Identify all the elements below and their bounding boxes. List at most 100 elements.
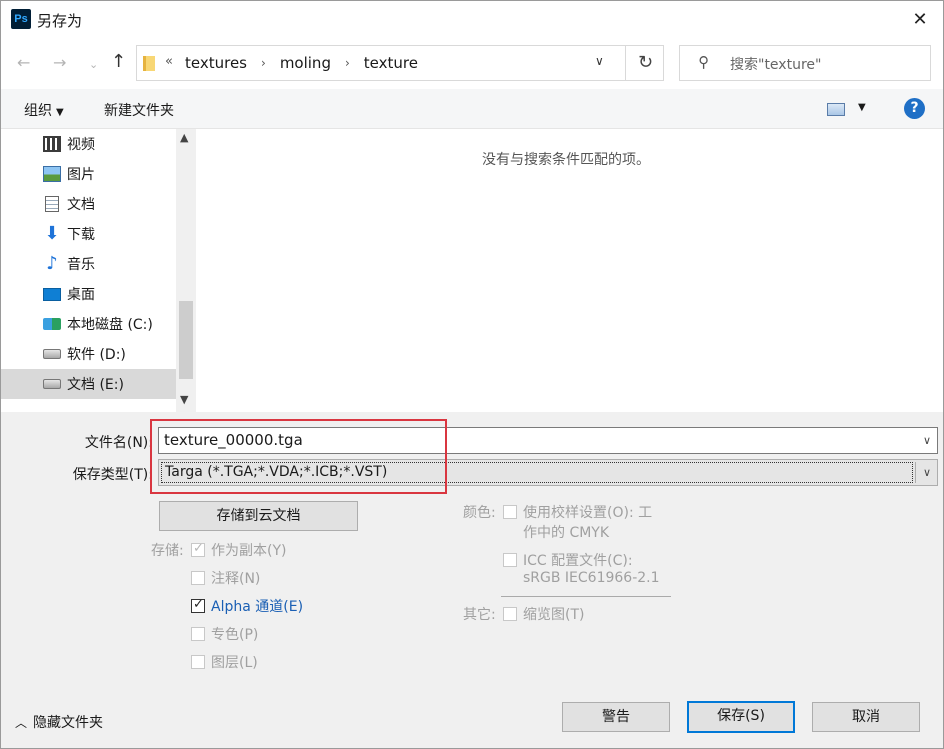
cancel-button[interactable]: 取消 <box>812 702 920 732</box>
up-arrow-icon[interactable]: ↑ <box>111 51 126 72</box>
save-button[interactable]: 保存(S) <box>687 701 795 733</box>
sidebar-item-label: 视频 <box>67 137 95 153</box>
breadcrumb: textures › moling › texture <box>185 54 418 72</box>
thumbnail-label: 缩览图(T) <box>523 607 585 623</box>
alpha-channel-option: Alpha 通道(E) <box>191 596 303 616</box>
proof-setup-checkbox[interactable] <box>503 505 517 519</box>
drive-icon <box>43 349 61 359</box>
breadcrumb-texture[interactable]: texture <box>364 54 418 72</box>
proof-setup-option: 使用校样设置(O): 工 <box>503 502 652 522</box>
sidebar-item-label: 本地磁盘 (C:) <box>67 317 153 333</box>
sidebar-item-downloads[interactable]: ⬇ 下载 <box>1 219 176 249</box>
chevron-up-icon[interactable]: ▲ <box>180 131 188 144</box>
file-list-area[interactable]: 没有与搜索条件匹配的项。 <box>196 129 943 412</box>
sidebar-item-documents[interactable]: 文档 <box>1 189 176 219</box>
sidebar-item-label: 下载 <box>67 227 95 243</box>
search-input[interactable]: 搜索"texture" <box>730 54 821 74</box>
icc-profile-checkbox[interactable] <box>503 553 517 567</box>
color-options-label: 颜色: <box>463 505 496 521</box>
chevron-down-icon[interactable]: ▼ <box>180 393 188 406</box>
caret-down-icon: ▼ <box>56 107 64 118</box>
sidebar-item-desktop[interactable]: 桌面 <box>1 279 176 309</box>
documents-icon <box>45 196 59 212</box>
proof-setup-label: 使用校样设置(O): 工 <box>523 505 653 521</box>
thumbnail-checkbox[interactable] <box>503 607 517 621</box>
folder-icon <box>143 56 155 71</box>
sidebar-item-drive-c[interactable]: 本地磁盘 (C:) <box>1 309 176 339</box>
divider <box>915 462 916 483</box>
hide-folders-toggle[interactable]: ︿ 隐藏文件夹 <box>15 712 103 732</box>
drive-icon <box>43 379 61 389</box>
hide-folders-label: 隐藏文件夹 <box>33 715 104 731</box>
forward-arrow-icon[interactable]: → <box>53 53 66 72</box>
title-bar: Ps 另存为 ✕ <box>1 1 943 39</box>
recent-locations-chevron-icon[interactable]: ⌄ <box>89 58 98 71</box>
sidebar-item-music[interactable]: ♪ 音乐 <box>1 249 176 279</box>
as-copy-checkbox[interactable] <box>191 541 205 557</box>
windows-drive-icon <box>43 318 61 330</box>
save-to-cloud-button[interactable]: 存储到云文档 <box>159 501 358 531</box>
sidebar-item-videos[interactable]: 视频 <box>1 129 176 159</box>
breadcrumb-textures[interactable]: textures <box>185 54 247 72</box>
breadcrumb-overflow[interactable]: « <box>165 54 173 69</box>
sidebar-item-label: 文档 <box>67 197 95 213</box>
divider <box>501 596 671 597</box>
annotation-highlight-box <box>150 419 447 494</box>
spot-color-label: 专色(P) <box>211 627 259 643</box>
save-options-label: 存储: <box>151 543 184 559</box>
layers-option: 图层(L) <box>191 652 258 672</box>
icc-profile-value: sRGB IEC61966-2.1 <box>523 570 660 586</box>
search-box[interactable]: ⚲ 搜索"texture" <box>679 45 931 81</box>
as-copy-label: 作为副本(Y) <box>211 543 287 559</box>
warning-button[interactable]: 警告 <box>562 702 670 732</box>
alpha-channel-checkbox[interactable] <box>191 597 205 613</box>
navigation-bar: ← → ⌄ ↑ « textures › moling › texture ∨ … <box>1 39 943 89</box>
address-bar[interactable]: « textures › moling › texture ∨ ↻ <box>136 45 664 81</box>
navigation-pane: 视频 图片 文档 ⬇ 下载 ♪ 音乐 桌面 本地磁盘 (C:) 软件 (D:) … <box>1 129 196 412</box>
chevron-right-icon[interactable]: › <box>345 56 350 70</box>
sidebar-item-drive-e[interactable]: 文档 (E:) <box>1 369 176 399</box>
empty-results-message: 没有与搜索条件匹配的项。 <box>482 152 650 168</box>
spot-color-checkbox[interactable] <box>191 627 205 641</box>
view-mode-icon[interactable] <box>827 103 845 116</box>
breadcrumb-moling[interactable]: moling <box>280 54 331 72</box>
back-arrow-icon[interactable]: ← <box>17 53 30 72</box>
sidebar-item-drive-d[interactable]: 软件 (D:) <box>1 339 176 369</box>
sidebar-item-label: 软件 (D:) <box>67 347 126 363</box>
refresh-icon[interactable]: ↻ <box>625 45 665 81</box>
alpha-channel-label[interactable]: Alpha 通道(E) <box>211 596 303 616</box>
filename-label: 文件名(N): <box>84 435 153 451</box>
chevron-down-icon[interactable]: ∨ <box>923 466 931 479</box>
icc-profile-label: ICC 配置文件(C): <box>523 553 633 569</box>
as-copy-option: 作为副本(Y) <box>191 540 286 560</box>
close-button[interactable]: ✕ <box>897 1 943 39</box>
sidebar-item-label: 音乐 <box>67 257 95 273</box>
filetype-label: 保存类型(T): <box>72 467 153 483</box>
sidebar-item-label: 图片 <box>67 167 95 183</box>
organize-label: 组织 <box>24 103 52 119</box>
sidebar-item-label: 文档 (E:) <box>67 377 124 393</box>
view-options-caret-icon[interactable]: ▼ <box>858 102 866 113</box>
download-icon: ⬇ <box>44 223 60 244</box>
chevron-right-icon[interactable]: › <box>261 56 266 70</box>
pictures-icon <box>43 166 61 182</box>
chevron-down-icon[interactable]: ∨ <box>923 434 931 447</box>
notes-label: 注释(N) <box>211 571 261 587</box>
icc-profile-option: ICC 配置文件(C): <box>503 550 633 570</box>
dialog-title: 另存为 <box>37 12 83 30</box>
notes-checkbox[interactable] <box>191 571 205 585</box>
organize-menu[interactable]: 组织 ▼ <box>24 100 64 120</box>
sidebar-item-pictures[interactable]: 图片 <box>1 159 176 189</box>
other-options-label: 其它: <box>463 607 496 623</box>
photoshop-logo-icon: Ps <box>11 9 31 29</box>
address-dropdown-chevron-icon[interactable]: ∨ <box>595 54 604 68</box>
sidebar-item-label: 桌面 <box>67 287 95 303</box>
desktop-icon <box>43 287 61 301</box>
help-icon[interactable]: ? <box>904 98 925 119</box>
layers-label: 图层(L) <box>211 655 258 671</box>
sidebar-scrollbar[interactable]: ▲ ▼ <box>176 129 196 412</box>
layers-checkbox[interactable] <box>191 655 205 669</box>
new-folder-button[interactable]: 新建文件夹 <box>104 100 174 120</box>
chevron-up-icon: ︿ <box>15 716 28 730</box>
scrollbar-thumb[interactable] <box>179 301 193 379</box>
